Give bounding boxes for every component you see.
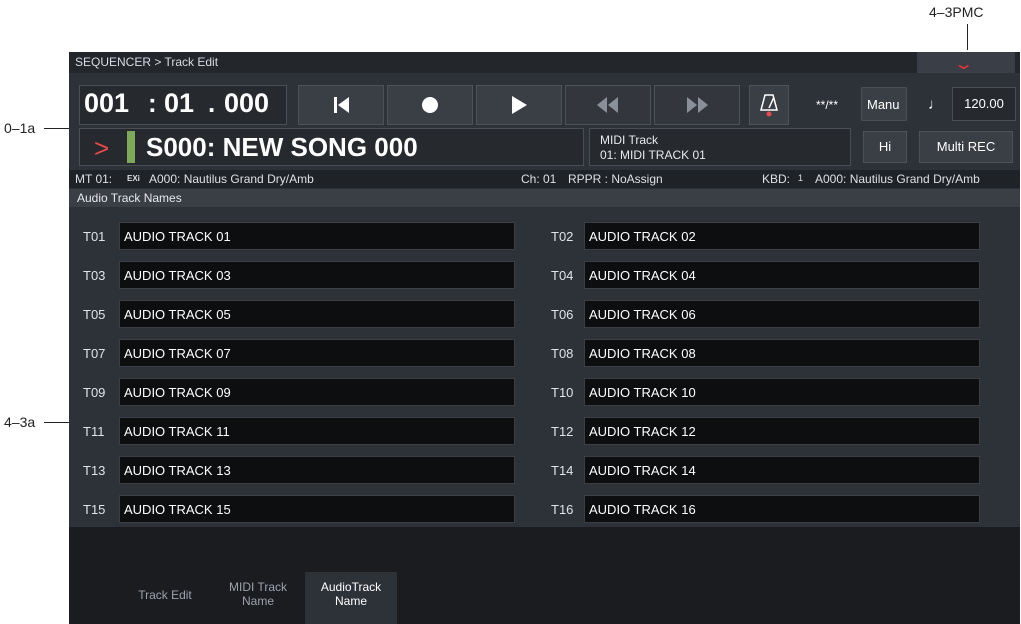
audio-track-name-field[interactable]: AUDIO TRACK 05 [119, 300, 515, 328]
callout-pmc: 4–3PMC [929, 4, 984, 20]
audio-track-name-field[interactable]: AUDIO TRACK 13 [119, 456, 515, 484]
tab-midi-track-name[interactable]: MIDI Track Name [212, 572, 304, 624]
sequencer-screen: SEQUENCER > Track Edit ⌄ 001 : 01 . 000 … [69, 52, 1020, 624]
tab-label-line1: MIDI Track [228, 580, 287, 594]
rewind-to-start-button[interactable] [298, 85, 384, 125]
tempo-mode-label: Manu [867, 97, 900, 112]
audio-track-name-field[interactable]: AUDIO TRACK 14 [584, 456, 980, 484]
track-id-label: T06 [551, 307, 574, 322]
page-title: SEQUENCER > Track Edit [75, 55, 219, 69]
tab-label-line2: Name [241, 594, 274, 608]
midi-track-select[interactable]: MIDI Track 01: MIDI TRACK 01 [589, 128, 851, 166]
song-select[interactable]: > S000: NEW SONG 000 [79, 128, 584, 166]
tab-audio-track-name[interactable]: AudioTrack Name [305, 572, 397, 624]
chevron-right-icon: > [94, 133, 110, 163]
fast-forward-button[interactable] [654, 85, 740, 125]
callout-tracks: 4–3a [4, 414, 36, 430]
track-id-label: T16 [551, 502, 574, 517]
audio-track-name-field[interactable]: AUDIO TRACK 02 [584, 222, 980, 250]
audio-track-name-field[interactable]: AUDIO TRACK 01 [119, 222, 515, 250]
locator-colon: : [148, 88, 157, 118]
play-icon [512, 96, 527, 114]
kbd-program: A000: Nautilus Grand Dry/Amb [815, 172, 980, 186]
locator-measure: 001 [84, 88, 130, 118]
track-id-label: T11 [83, 424, 105, 439]
page-menu-button[interactable]: ⌄ [917, 52, 1015, 73]
tab-label-line1: AudioTrack [320, 580, 382, 594]
song-name: S000: NEW SONG 000 [146, 132, 418, 162]
metronome-button[interactable] [749, 85, 789, 125]
audio-track-name-field[interactable]: AUDIO TRACK 08 [584, 339, 980, 367]
track-info-bar: MT 01: EXi A000: Nautilus Grand Dry/Amb … [69, 170, 1020, 188]
hi-button[interactable]: Hi [863, 131, 907, 163]
rewind-icon [597, 97, 618, 113]
track-id-label: T03 [83, 268, 106, 283]
tab-label-line2: Name [334, 594, 367, 608]
callout-song: 0–1a [4, 120, 36, 136]
track-id-label: T10 [551, 385, 574, 400]
locator-tick: 000 [224, 88, 270, 118]
audio-track-name-field[interactable]: AUDIO TRACK 06 [584, 300, 980, 328]
play-button[interactable] [476, 85, 562, 125]
mt-label: MT 01: [75, 172, 113, 186]
track-id-label: T04 [551, 268, 574, 283]
rppr-label: RPPR : NoAssign [568, 172, 663, 186]
audio-track-name-field[interactable]: AUDIO TRACK 03 [119, 261, 515, 289]
audio-track-name-field[interactable]: AUDIO TRACK 15 [119, 495, 515, 523]
exi-badge: EXi [127, 174, 140, 183]
tempo-mode-button[interactable]: Manu [861, 87, 907, 121]
multi-rec-button[interactable]: Multi REC [919, 131, 1013, 163]
title-bar: SEQUENCER > Track Edit ⌄ [69, 52, 1020, 73]
audio-track-name-field[interactable]: AUDIO TRACK 07 [119, 339, 515, 367]
midi-track-label: MIDI Track [600, 133, 659, 147]
skip-to-start-icon [334, 97, 349, 113]
quarter-note-icon: ♩ [928, 96, 943, 113]
audio-track-name-field[interactable]: AUDIO TRACK 16 [584, 495, 980, 523]
audio-track-name-field[interactable]: AUDIO TRACK 10 [584, 378, 980, 406]
audio-track-name-field[interactable]: AUDIO TRACK 09 [119, 378, 515, 406]
song-locator[interactable]: 001 : 01 . 000 [79, 85, 287, 125]
track-id-label: T12 [551, 424, 574, 439]
tempo-field[interactable]: 120.00 [952, 87, 1016, 121]
record-icon [422, 97, 438, 113]
section-title: Audio Track Names [77, 191, 182, 205]
tab-label-line1: Track Edit [138, 588, 192, 602]
kbd-label: KBD: [762, 172, 791, 186]
mt-program: A000: Nautilus Grand Dry/Amb [149, 172, 314, 186]
channel-label: Ch: 01 [521, 172, 557, 186]
chevron-down-icon: ⌄ [952, 56, 975, 73]
audio-track-name-field[interactable]: AUDIO TRACK 12 [584, 417, 980, 445]
callout-pmc-line [967, 24, 968, 50]
tab-track-edit[interactable]: Track Edit [119, 572, 211, 624]
metronome-icon [760, 94, 778, 117]
rewind-button[interactable] [565, 85, 651, 125]
audio-track-name-field[interactable]: AUDIO TRACK 11 [119, 417, 515, 445]
song-color-bar [127, 131, 135, 163]
meter-display[interactable]: **/** [816, 98, 838, 112]
track-id-label: T02 [551, 229, 574, 244]
track-id-label: T15 [83, 502, 106, 517]
track-id-label: T05 [83, 307, 106, 322]
track-id-label: T14 [551, 463, 574, 478]
track-id-label: T13 [83, 463, 106, 478]
track-id-label: T01 [83, 229, 106, 244]
locator-dot: . [208, 88, 216, 118]
midi-track-value: 01: MIDI TRACK 01 [600, 148, 706, 162]
section-header: Audio Track Names [69, 189, 1020, 207]
kbd-number: 1 [798, 173, 804, 183]
track-id-label: T08 [551, 346, 574, 361]
record-button[interactable] [387, 85, 473, 125]
track-id-label: T09 [83, 385, 106, 400]
audio-track-name-field[interactable]: AUDIO TRACK 04 [584, 261, 980, 289]
locator-beat: 01 [164, 88, 195, 118]
fast-forward-icon [687, 97, 708, 113]
track-id-label: T07 [83, 346, 106, 361]
